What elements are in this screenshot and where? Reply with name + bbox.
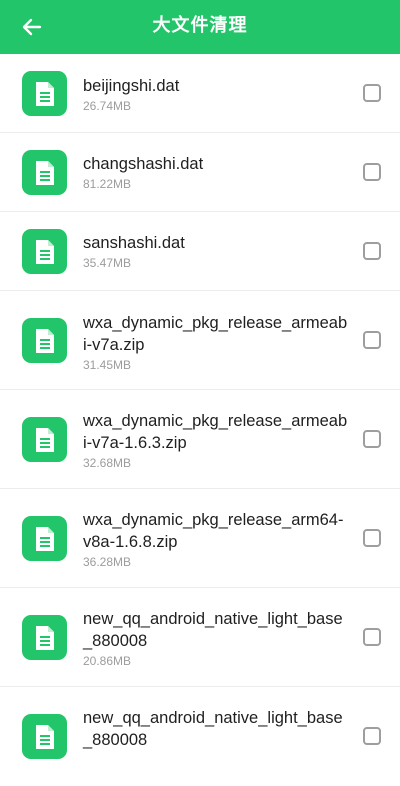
document-icon — [22, 615, 67, 660]
select-checkbox[interactable] — [363, 628, 381, 646]
file-row[interactable]: wxa_dynamic_pkg_release_armeabi-v7a.zip … — [0, 291, 400, 390]
file-name: new_qq_android_native_light_base_880008 — [83, 610, 343, 650]
select-checkbox[interactable] — [363, 430, 381, 448]
document-icon — [22, 714, 67, 759]
file-name: beijingshi.dat — [83, 77, 180, 95]
file-row[interactable]: new_qq_android_native_light_base_880008 … — [0, 588, 400, 687]
app-header: 大文件清理 — [0, 0, 400, 54]
page-title: 大文件清理 — [152, 15, 248, 35]
file-info: sanshashi.dat 35.47MB — [83, 232, 348, 271]
file-info: wxa_dynamic_pkg_release_armeabi-v7a-1.6.… — [83, 410, 348, 471]
file-row[interactable]: new_qq_android_native_light_base_880008 — [0, 687, 400, 786]
file-size: 32.68MB — [83, 456, 132, 470]
file-info: wxa_dynamic_pkg_release_arm64-v8a-1.6.8.… — [83, 509, 348, 570]
document-icon — [22, 318, 67, 363]
file-name: changshashi.dat — [83, 155, 204, 173]
file-size: 35.47MB — [83, 256, 132, 270]
file-row[interactable]: wxa_dynamic_pkg_release_arm64-v8a-1.6.8.… — [0, 489, 400, 588]
file-info: wxa_dynamic_pkg_release_armeabi-v7a.zip … — [83, 312, 348, 373]
file-size: 31.45MB — [83, 358, 132, 372]
file-row[interactable]: beijingshi.dat 26.74MB — [0, 54, 400, 133]
file-row[interactable]: changshashi.dat 81.22MB — [0, 133, 400, 212]
select-checkbox[interactable] — [363, 84, 381, 102]
select-checkbox[interactable] — [363, 242, 381, 260]
file-info: new_qq_android_native_light_base_880008 … — [83, 608, 348, 669]
select-checkbox[interactable] — [363, 331, 381, 349]
document-icon — [22, 71, 67, 116]
file-name: wxa_dynamic_pkg_release_armeabi-v7a-1.6.… — [83, 412, 348, 452]
select-checkbox[interactable] — [363, 163, 381, 181]
file-row[interactable]: sanshashi.dat 35.47MB — [0, 212, 400, 291]
file-name: wxa_dynamic_pkg_release_arm64-v8a-1.6.8.… — [83, 511, 344, 551]
select-checkbox[interactable] — [363, 727, 381, 745]
document-icon — [22, 229, 67, 274]
file-size: 26.74MB — [83, 99, 132, 113]
file-size: 20.86MB — [83, 654, 132, 668]
file-name: wxa_dynamic_pkg_release_armeabi-v7a.zip — [83, 314, 348, 354]
file-info: changshashi.dat 81.22MB — [83, 153, 348, 192]
file-info: new_qq_android_native_light_base_880008 — [83, 707, 348, 752]
file-name: sanshashi.dat — [83, 234, 185, 252]
document-icon — [22, 150, 67, 195]
file-row[interactable]: wxa_dynamic_pkg_release_armeabi-v7a-1.6.… — [0, 390, 400, 489]
file-name: new_qq_android_native_light_base_880008 — [83, 709, 343, 749]
file-size: 36.28MB — [83, 555, 132, 569]
file-info: beijingshi.dat 26.74MB — [83, 75, 348, 114]
document-icon — [22, 417, 67, 462]
select-checkbox[interactable] — [363, 529, 381, 547]
file-size: 81.22MB — [83, 177, 132, 191]
document-icon — [22, 516, 67, 561]
